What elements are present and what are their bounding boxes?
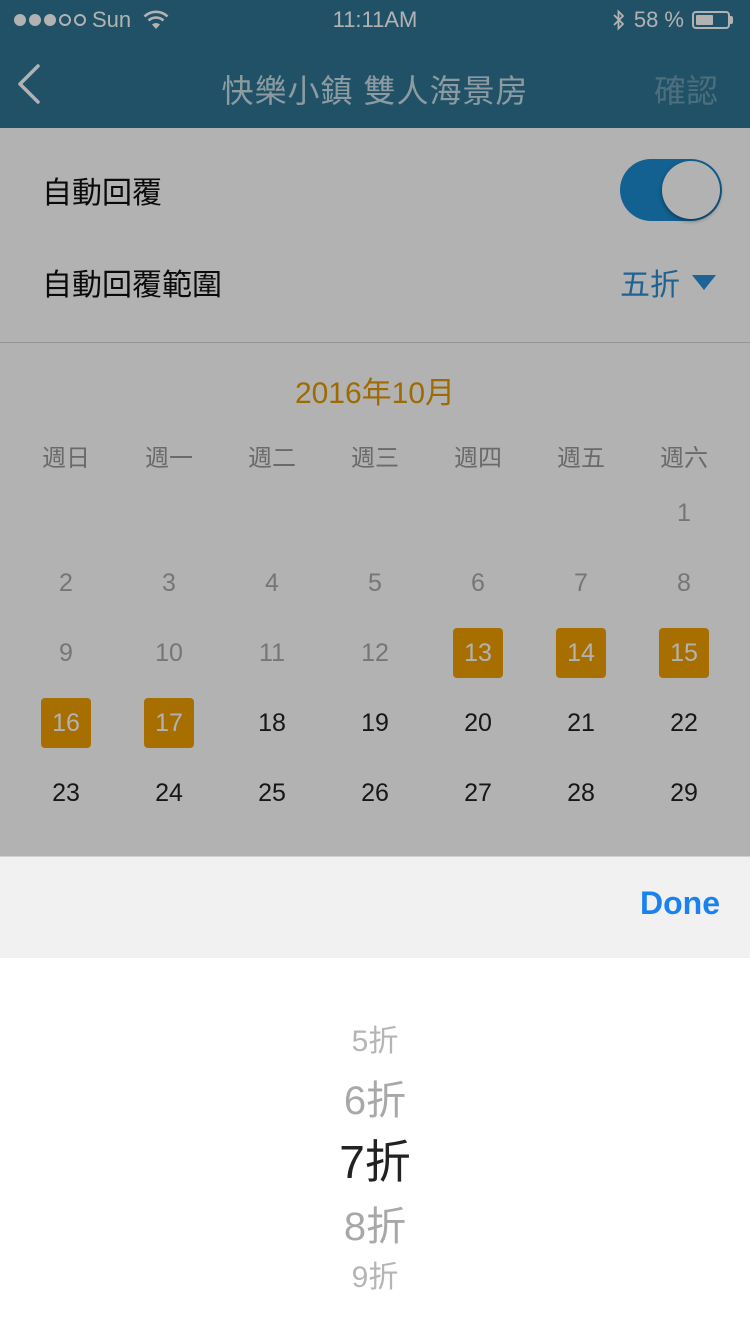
calendar-day: 6	[471, 568, 485, 597]
calendar-day: 3	[162, 568, 176, 597]
weekday-label: 週四	[454, 445, 502, 472]
picker-option[interactable]: 6折	[0, 1068, 750, 1126]
auto-reply-label: 自動回覆	[42, 177, 162, 210]
calendar-day[interactable]: 20	[453, 698, 503, 748]
calendar-day[interactable]: 24	[144, 768, 194, 818]
auto-reply-range-row[interactable]: 自動回覆範圍 五折	[0, 236, 750, 328]
auto-reply-range-select[interactable]: 五折	[620, 260, 716, 304]
calendar-day[interactable]: 25	[247, 768, 297, 818]
calendar-day[interactable]: 21	[556, 698, 606, 748]
picker-option-selected[interactable]: 7折	[0, 1126, 750, 1192]
picker-option[interactable]: 8折	[0, 1194, 750, 1252]
calendar-day: 7	[574, 568, 588, 597]
calendar-day: 2	[59, 568, 73, 597]
weekday-label: 週六	[660, 445, 708, 472]
calendar-day[interactable]: 26	[350, 768, 400, 818]
weekday-header: 週日 週一 週二 週三 週四 週五 週六	[0, 438, 750, 478]
calendar-day: 12	[361, 638, 389, 667]
page-title: 快樂小鎮 雙人海景房	[221, 73, 529, 109]
weekday-label: 週二	[248, 445, 296, 472]
calendar-day-selected[interactable]: 14	[556, 628, 606, 678]
weekday-label: 週五	[557, 445, 605, 472]
calendar-month-title: 2016年10月	[294, 377, 456, 410]
done-button[interactable]: Done	[640, 885, 720, 922]
divider	[0, 342, 750, 343]
calendar-day: 4	[265, 568, 279, 597]
discount-picker-wheel[interactable]: 5折 6折 7折 8折 9折	[0, 958, 750, 1334]
calendar-day: 8	[677, 568, 691, 597]
calendar-day: 1	[677, 498, 691, 527]
nav-bar: 快樂小鎮 雙人海景房 確認	[0, 40, 750, 128]
weekday-label: 週三	[351, 445, 399, 472]
calendar-day[interactable]: 29	[659, 768, 709, 818]
calendar-day: 10	[155, 638, 183, 667]
dropdown-caret-icon	[692, 274, 716, 290]
calendar-day: 9	[59, 638, 73, 667]
settings-content: 自動回覆 自動回覆範圍 五折 2016年10月 週日 週一 週二 週三 週四 週五 週六 1…	[0, 128, 750, 856]
status-bar: Sun 11:11AM 58 %	[0, 0, 750, 40]
calendar-day[interactable]: 27	[453, 768, 503, 818]
calendar-day-selected[interactable]: 17	[144, 698, 194, 748]
calendar-day: 11	[259, 638, 285, 667]
weekday-label: 週一	[145, 445, 193, 472]
calendar-day: 5	[368, 568, 382, 597]
calendar-day[interactable]: 18	[247, 698, 297, 748]
auto-reply-range-label: 自動回覆範圍	[42, 269, 222, 302]
weekday-label: 週日	[42, 445, 90, 472]
calendar-day[interactable]: 23	[41, 768, 91, 818]
calendar-day[interactable]: 28	[556, 768, 606, 818]
picker-option[interactable]: 5折	[0, 1016, 750, 1060]
header: Sun 11:11AM 58 % 快樂小鎮 雙人海景房 確認	[0, 0, 750, 128]
range-value: 五折	[620, 269, 680, 302]
picker-option[interactable]: 9折	[0, 1252, 750, 1296]
battery-percent: 58 %	[633, 7, 684, 32]
calendar-day-selected[interactable]: 13	[453, 628, 503, 678]
toggle-knob	[662, 161, 720, 219]
confirm-button[interactable]: 確認	[654, 66, 718, 112]
calendar-day[interactable]: 22	[659, 698, 709, 748]
bluetooth-icon	[613, 9, 625, 31]
calendar-day-selected[interactable]: 15	[659, 628, 709, 678]
auto-reply-row: 自動回覆	[0, 144, 750, 236]
auto-reply-toggle[interactable]	[620, 159, 722, 221]
picker-toolbar: Done	[0, 856, 750, 958]
calendar-day[interactable]: 19	[350, 698, 400, 748]
calendar-day-selected[interactable]: 16	[41, 698, 91, 748]
battery-icon	[692, 10, 736, 30]
